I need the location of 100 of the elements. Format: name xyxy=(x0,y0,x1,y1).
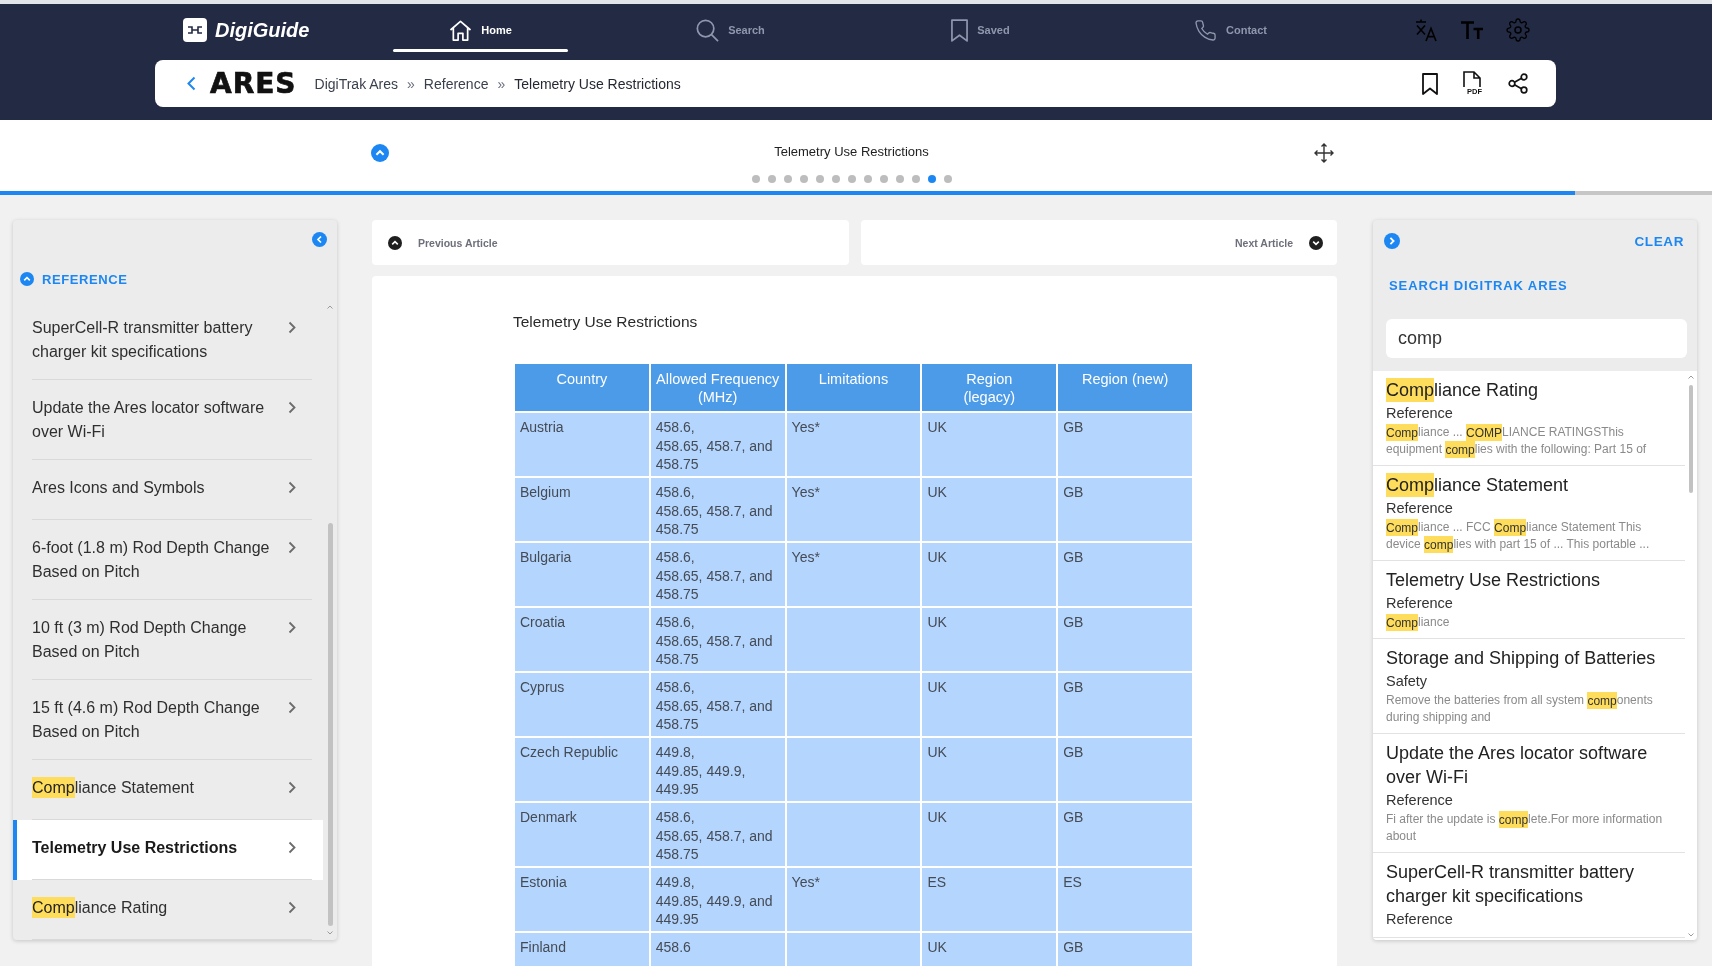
item-title: 15 ft (4.6 m) Rod Depth Change Based on Pitch xyxy=(32,698,261,742)
scroll-down-icon[interactable] xyxy=(1688,933,1694,937)
sidebar-item[interactable]: SuperCell-R transmitter battery charger kit specifications xyxy=(13,300,323,380)
article-title: Telemetry Use Restrictions xyxy=(774,143,929,161)
table-cell: GB xyxy=(1057,932,1193,966)
chevron-left-circle-icon[interactable] xyxy=(312,231,327,247)
table-cell: Bulgaria xyxy=(514,542,650,607)
page-dot[interactable] xyxy=(783,175,792,183)
breadcrumb-current: Telemetry Use Restrictions xyxy=(514,75,681,92)
result-title: Compliance Rating xyxy=(1386,378,1540,402)
nav-tab[interactable]: Search xyxy=(643,4,818,56)
table-cell: UK xyxy=(921,802,1058,867)
chevron-left-icon[interactable] xyxy=(187,76,196,91)
chevron-right-icon xyxy=(288,841,296,854)
section-title: REFERENCE xyxy=(42,271,128,287)
column-header: Limitations xyxy=(785,363,922,412)
table-cell: 449.8, 449.85, 449.9, and 449.95 xyxy=(649,867,786,932)
page-dot[interactable] xyxy=(799,175,808,183)
phone-icon xyxy=(1194,18,1217,42)
previous-article-button[interactable]: Previous Article xyxy=(372,220,849,265)
table-cell: Cyprus xyxy=(514,672,650,737)
chevron-right-icon xyxy=(288,321,296,334)
table-cell: UK xyxy=(921,542,1058,607)
search-field[interactable]: comp xyxy=(1386,319,1687,358)
page-dot[interactable] xyxy=(815,175,824,183)
chevron-up-circle-icon[interactable] xyxy=(20,272,34,286)
table-cell: Austria xyxy=(514,412,650,477)
result-category: Reference xyxy=(1386,404,1454,423)
table-cell: 458.6, 458.65, 458.7, and 458.75 xyxy=(649,802,786,867)
text-size-icon[interactable] xyxy=(1460,20,1484,40)
breadcrumb-separator: » xyxy=(407,75,415,92)
table-cell: Yes* xyxy=(785,412,922,477)
chevron-right-icon xyxy=(288,541,296,554)
next-article-button[interactable]: Next Article xyxy=(860,220,1337,265)
table-cell: UK xyxy=(921,412,1058,477)
table-cell: Denmark xyxy=(514,802,650,867)
page-dot[interactable] xyxy=(863,175,872,183)
table-cell: Estonia xyxy=(514,867,650,932)
translate-icon[interactable] xyxy=(1414,18,1438,42)
result-title: Telemetry Use Restrictions xyxy=(1386,569,1602,592)
page-dot[interactable] xyxy=(751,175,760,183)
chevron-right-icon xyxy=(288,781,296,794)
table-cell: GB xyxy=(1057,802,1193,867)
item-title: 6-foot (1.8 m) Rod Depth Change Based on Pitch xyxy=(32,538,271,582)
nav-tab[interactable]: Home xyxy=(393,4,568,56)
sidebar-item[interactable]: 6-foot (1.8 m) Rod Depth Change Based on Pitch xyxy=(13,520,323,600)
share-icon[interactable] xyxy=(1508,73,1528,94)
sidebar-item[interactable]: Telemetry Use Restrictions xyxy=(13,820,323,880)
scrollbar-thumb[interactable] xyxy=(327,523,333,926)
sidebar-item[interactable]: Ares Icons and Symbols xyxy=(13,460,323,520)
result-title: Compliance Statement xyxy=(1386,473,1570,497)
app-name[interactable]: DigiGuide xyxy=(215,18,310,42)
chevron-right-icon xyxy=(288,481,296,494)
bookmark-icon[interactable] xyxy=(1422,72,1438,95)
table-cell: UK xyxy=(921,932,1058,966)
page-dot[interactable] xyxy=(943,175,952,183)
page-dot[interactable] xyxy=(847,175,856,183)
scroll-up-icon[interactable] xyxy=(327,305,333,309)
sidebar-item[interactable]: Update the Ares locator software over Wi-Fi xyxy=(13,380,323,460)
sidebar-item[interactable]: Compliance Rating xyxy=(13,880,323,940)
table-cell: 458.6, 458.65, 458.7, and 458.75 xyxy=(649,607,786,672)
chevron-down-circle-icon xyxy=(1309,235,1323,250)
result-category: Safety xyxy=(1386,672,1429,691)
chevron-up-circle-icon xyxy=(388,235,402,250)
table-cell: Yes* xyxy=(785,477,922,542)
scroll-down-icon[interactable] xyxy=(327,931,333,935)
nav-tab[interactable]: Contact xyxy=(1143,4,1318,56)
move-arrows-icon[interactable] xyxy=(1314,143,1334,163)
chevron-up-circle-icon[interactable] xyxy=(371,144,389,162)
chevron-right-icon xyxy=(288,701,296,714)
table-cell: ES xyxy=(1057,867,1193,932)
breadcrumb-link[interactable]: Reference xyxy=(423,75,489,92)
nav-tab[interactable]: Saved xyxy=(893,4,1068,56)
settings-icon[interactable] xyxy=(1506,18,1530,42)
page-dot[interactable] xyxy=(767,175,776,183)
result-category: Reference xyxy=(1386,910,1454,929)
panel-title: SEARCH DIGITRAK ARES xyxy=(1389,277,1568,293)
sidebar-item[interactable]: 15 ft (4.6 m) Rod Depth Change Based on Pitch xyxy=(13,680,323,760)
search-icon xyxy=(696,18,720,42)
table-cell: UK xyxy=(921,607,1058,672)
page-dot[interactable] xyxy=(927,175,936,183)
column-header: Region (legacy) xyxy=(921,363,1058,412)
scrollbar-thumb[interactable] xyxy=(1689,385,1693,493)
table-cell: UK xyxy=(921,477,1058,542)
page-dot[interactable] xyxy=(831,175,840,183)
table-cell: 458.6, 458.65, 458.7, and 458.75 xyxy=(649,672,786,737)
page-dot[interactable] xyxy=(879,175,888,183)
page-dot[interactable] xyxy=(895,175,904,183)
chevron-right-icon xyxy=(288,901,296,914)
item-title: Update the Ares locator software over Wi-Fi xyxy=(32,398,266,442)
chevron-right-icon xyxy=(288,621,296,634)
breadcrumb-link[interactable]: DigiTrak Ares xyxy=(314,75,399,92)
scroll-up-icon[interactable] xyxy=(1688,375,1694,379)
table-cell: 458.6 xyxy=(649,932,786,966)
sidebar-item[interactable]: 10 ft (3 m) Rod Depth Change Based on Pitch xyxy=(13,600,323,680)
article-heading: Telemetry Use Restrictions xyxy=(513,312,699,332)
chevron-right-circle-icon[interactable] xyxy=(1384,233,1400,249)
item-title: SuperCell-R transmitter battery charger kit specifications xyxy=(32,318,254,362)
item-title: Compliance Statement xyxy=(32,776,195,800)
page-dot[interactable] xyxy=(911,175,920,183)
